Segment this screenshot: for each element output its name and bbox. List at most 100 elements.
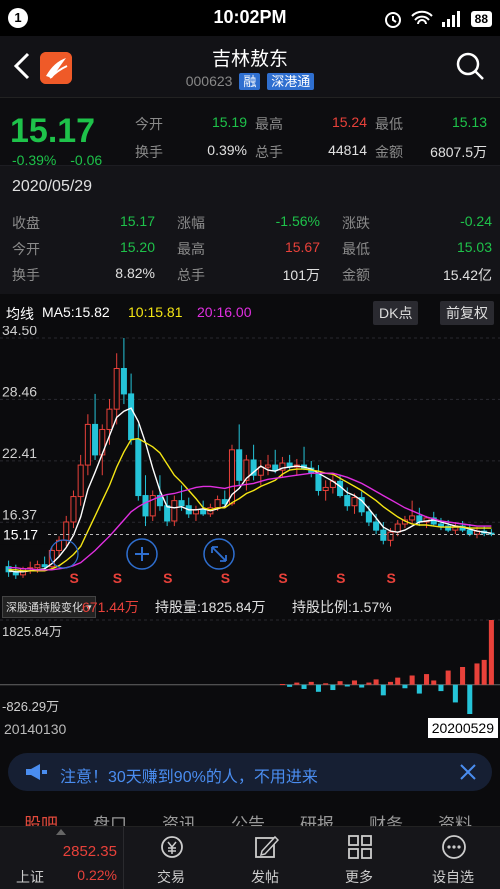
holdings-min-label: -826.29万 [2,699,59,714]
status-bar: 1 10:02PM 88 [0,0,500,36]
holding-bar [387,681,394,685]
candle-body [63,521,70,541]
day-stat-label: 换手 [12,267,40,283]
holding-bar [409,675,415,685]
pencil-icon [255,835,279,858]
index-name: 上证 [16,869,44,885]
holding-bar [279,684,285,686]
trade-button[interactable]: 交易 [136,827,206,889]
holding-bar [337,681,343,685]
sell-marker[interactable]: S [278,570,287,586]
search-icon[interactable] [454,50,486,82]
sell-marker[interactable]: S [336,570,345,586]
holdings-change: 671.44万 [82,599,139,615]
holding-bar [359,684,365,688]
holdings-ratio: 持股比例:1.57% [292,599,392,615]
banner-text: 注意！30天赚到90%的人，不用进来 [60,769,318,786]
holding-bar [323,683,329,685]
day-stat-value: 15.20 [119,239,155,255]
sell-marker[interactable]: S [163,570,172,586]
sell-marker[interactable]: S [69,570,78,586]
day-stat-value: 15.67 [284,239,320,255]
day-stat-cell: 金额 15.42亿 [342,265,492,285]
candle-body [214,499,221,509]
day-stat-row: 今开 15.20 最高 15.67 最低 15.03 [12,236,492,262]
sell-marker[interactable]: S [113,570,122,586]
add-watchlist-button[interactable]: 设自选 [418,827,488,889]
quote-panel: 15.17 -0.39% -0.06 今开 15.19 最高 15.24 最低 15.13… [0,98,500,168]
holding-bar [351,680,358,685]
post-button[interactable]: 发帖 [230,827,300,889]
y-tick-label: 22.41 [2,445,37,461]
day-stat-cell: 今开 15.20 [12,239,177,259]
candle-body [77,464,84,498]
candle-body [171,500,178,522]
candle-body [41,564,48,568]
more-button[interactable]: 更多 [324,827,394,889]
adjust-button[interactable]: 前复权 [440,301,494,325]
candle-body [92,423,99,456]
holding-bar [373,679,379,685]
holding-bar [467,684,473,714]
caret-up-icon [56,829,66,835]
candle-body [178,500,185,507]
stock-name: 吉林敖东 [211,49,288,70]
candle-body [394,523,401,533]
close-icon[interactable] [458,762,478,782]
promo-banner[interactable]: 注意！30天赚到90%的人，不用进来 [8,753,492,791]
current-price: 15.17 [10,112,96,150]
grid-icon [348,835,372,859]
day-stat-value: -1.56% [275,213,320,229]
sell-marker[interactable]: S [387,570,396,586]
holding-bar [344,684,350,687]
holding-bar [416,684,422,694]
ma20-value: 20:16.00 [197,304,252,320]
day-stat-label: 今开 [12,241,40,257]
index-ticker[interactable]: 2852.35 上证 0.22% [0,827,124,889]
y-tick-label: 28.46 [2,383,37,399]
day-stat-row: 换手 8.82% 总手 101万 金额 15.42亿 [12,262,492,288]
trade-label: 交易 [157,869,185,885]
y-tick-label: 16.37 [2,506,37,522]
holding-bar [330,684,336,691]
holding-bar [308,681,314,685]
date-axis: 20140130 20200529 [0,718,500,742]
quote-stat-label: 最低 [375,116,403,132]
quote-stat-value: 15.19 [211,114,247,130]
quote-stat-value: 0.39% [207,142,247,158]
current-price-tag: 15.17 [3,526,38,542]
candle-body [264,464,272,468]
candle-body [34,564,41,569]
end-date: 20200529 [427,718,498,738]
dk-point-button[interactable]: DK点 [373,301,419,325]
holding-bar [474,663,480,685]
holding-bar [380,684,386,696]
day-stat-cell: 换手 8.82% [12,265,177,285]
sell-marker[interactable]: S [221,570,230,586]
holdings-amount: 持股量:1825.84万 [155,599,266,615]
content-tabs: 股吧 盘口 资讯 公告 研报 财务 资料 [0,808,500,828]
day-stat-label: 最高 [177,241,205,257]
day-stat-value: 15.42亿 [442,267,492,283]
day-detail-panel: 2020/05/29 收盘 15.17 涨幅 -1.56% 涨跌 -0.24 今开 15.20… [0,166,500,294]
zoom-in-icon[interactable] [126,538,158,570]
holdings-chart[interactable]: 1825.84万 -826.29万 [0,618,500,718]
stock-subtitle: 000623 融 深港通 [0,73,500,90]
candle-body [409,515,416,521]
candle-body [344,495,351,507]
connect-tag: 深港通 [267,73,315,90]
candle-body [365,511,372,523]
holding-bar [460,666,466,685]
day-stat-label: 金额 [342,267,370,283]
quote-stat-label: 总手 [255,144,283,160]
holding-bar [402,684,408,689]
kline-chart[interactable]: 34.50 28.46 22.41 16.37 15.17 S S S S S S S [0,326,500,594]
expand-icon[interactable] [203,538,235,570]
indicator-selector-label: 深股通持股变化 [6,602,83,614]
index-value: 2852.35 [62,843,117,860]
holding-bar [481,659,487,685]
quote-stat-label: 最高 [255,116,283,132]
holding-bar [438,684,444,692]
quote-stat-row: 今开 15.19 最高 15.24 最低 15.13 [135,110,495,138]
add-watchlist-label: 设自选 [432,869,474,885]
